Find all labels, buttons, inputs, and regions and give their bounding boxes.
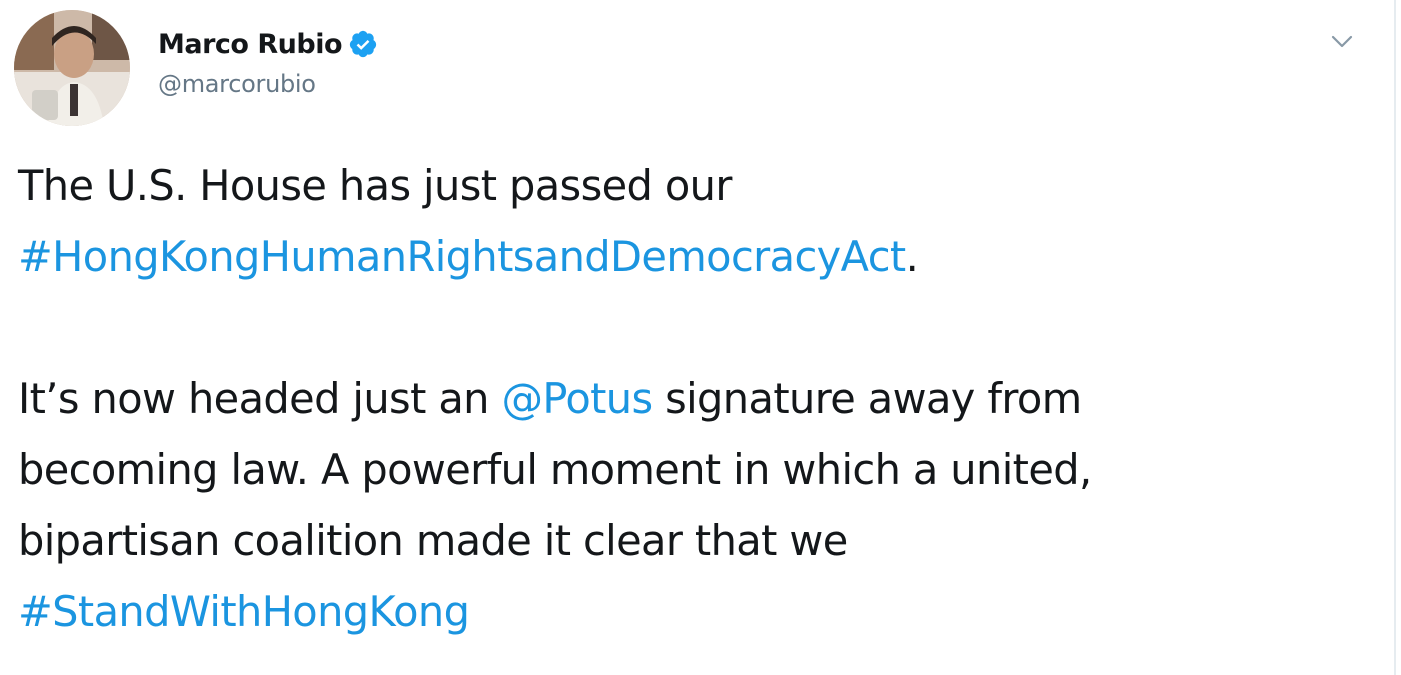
chevron-down-icon[interactable] <box>1324 24 1360 60</box>
avatar[interactable] <box>14 10 130 126</box>
tweet-line: It’s now headed just an @Potus signature… <box>18 363 1358 434</box>
tweet-text-segment: signature away from <box>665 374 1082 423</box>
tweet-text-segment: The U.S. House has just passed our <box>18 161 732 210</box>
display-name[interactable]: Marco Rubio <box>158 29 343 60</box>
tweet-line: becoming law. A powerful moment in which… <box>18 434 1358 505</box>
tweet-text: The U.S. House has just passed our #Hong… <box>18 150 1358 647</box>
tweet-text-segment: bipartisan coalition made it clear that … <box>18 516 848 565</box>
tweet-line: #HongKongHumanRightsandDemocracyAct. <box>18 221 1358 292</box>
author-block: Marco Rubio @marcorubio <box>158 24 378 98</box>
tweet-line: The U.S. House has just passed our <box>18 150 1358 221</box>
user-handle[interactable]: @marcorubio <box>158 70 378 98</box>
profile-photo <box>14 10 130 126</box>
tweet-header: Marco Rubio @marcorubio <box>14 10 1384 130</box>
hashtag-link[interactable]: #StandWithHongKong <box>18 587 470 636</box>
tweet-text-segment: . <box>905 232 919 281</box>
tweet-card: Marco Rubio @marcorubio The U.S. House h… <box>0 0 1401 675</box>
verified-badge-icon <box>348 29 378 59</box>
mention-link[interactable]: @Potus <box>501 374 653 423</box>
hashtag-link[interactable]: #HongKongHumanRightsandDemocracyAct <box>18 232 906 281</box>
card-border <box>1394 0 1396 675</box>
display-name-row: Marco Rubio <box>158 24 378 64</box>
tweet-line: bipartisan coalition made it clear that … <box>18 505 1358 576</box>
tweet-line: #StandWithHongKong <box>18 576 1358 647</box>
tweet-text-segment: becoming law. A powerful moment in which… <box>18 445 1092 494</box>
tweet-text-segment: It’s now headed just an <box>18 374 489 423</box>
